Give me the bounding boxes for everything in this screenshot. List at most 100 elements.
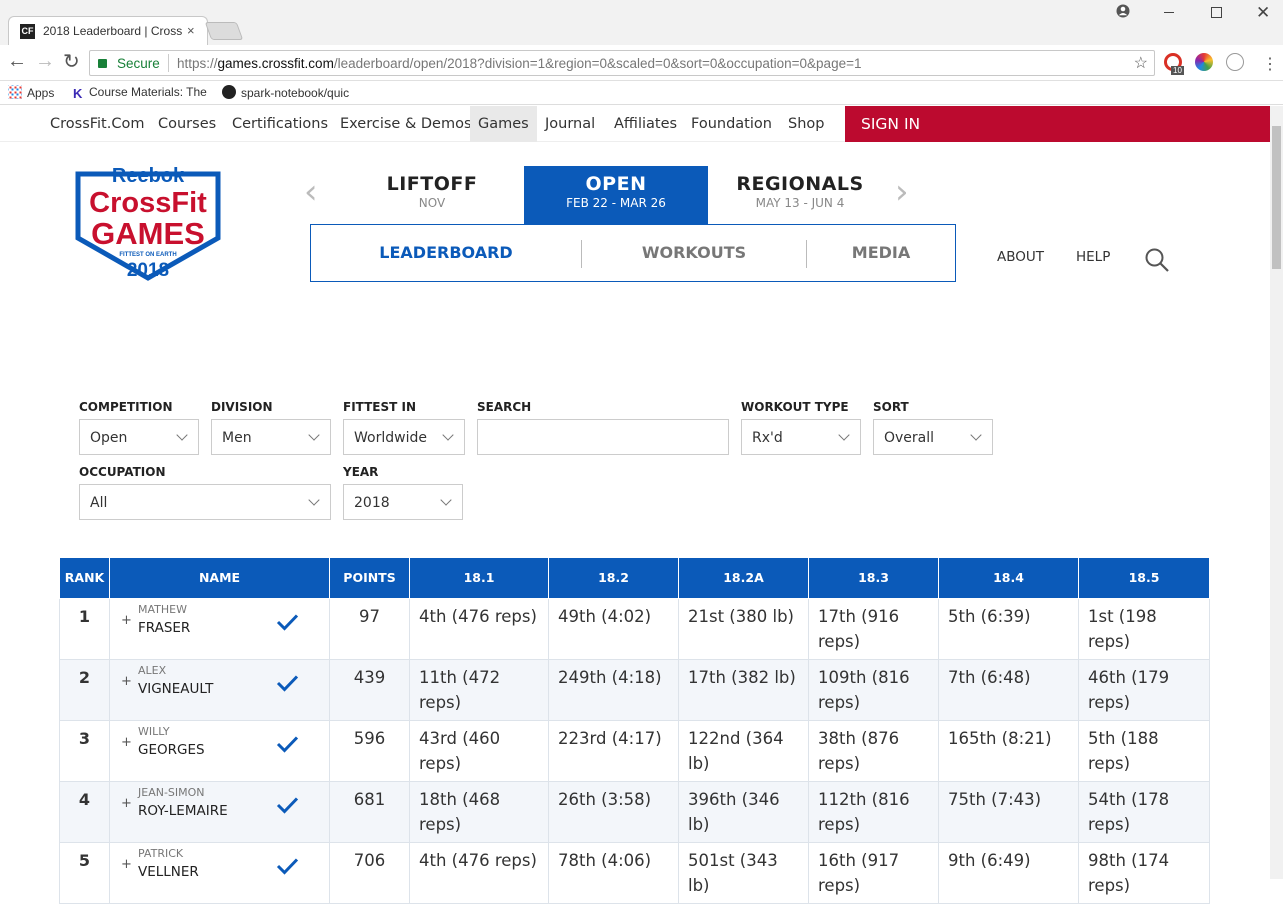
search-icon[interactable] — [1144, 247, 1170, 273]
site-top-nav: CrossFit.Com Courses Certifications Exer… — [0, 106, 1270, 142]
browser-menu-icon[interactable]: ⋮ — [1262, 54, 1278, 74]
score-cell: 21st (380 lb) — [678, 597, 809, 660]
scrollbar-thumb[interactable] — [1272, 126, 1281, 269]
reload-icon[interactable]: ↻ — [63, 49, 80, 74]
nav-foundation[interactable]: Foundation — [683, 106, 780, 142]
browser-tab[interactable]: CF 2018 Leaderboard | CrossFit × — [8, 16, 208, 46]
year-label: YEAR — [343, 465, 379, 479]
crossfit-games-logo[interactable]: Reebok CrossFit GAMES FITTEST ON EARTH 2… — [70, 162, 226, 282]
header-18-1[interactable]: 18.1 — [409, 558, 549, 599]
table-row[interactable]: 4 + JEAN-SIMON ROY-LEMAIRE 681 18th (468 reps… — [59, 780, 1210, 843]
svg-text:FITTEST ON EARTH: FITTEST ON EARTH — [119, 252, 176, 258]
athlete-name-cell[interactable]: + WILLY GEORGES — [109, 719, 330, 782]
color-picker-extension-icon[interactable] — [1195, 53, 1213, 71]
expand-row-icon[interactable]: + — [121, 730, 132, 755]
nav-crossfit-com[interactable]: CrossFit.Com — [42, 106, 152, 142]
search-label: SEARCH — [477, 400, 532, 414]
lock-icon — [98, 59, 107, 68]
header-rank[interactable]: RANK — [59, 558, 110, 599]
header-18-5[interactable]: 18.5 — [1078, 558, 1210, 599]
table-row[interactable]: 1 + MATHEW FRASER 97 4th (476 reps) 49th (4:02… — [59, 597, 1210, 660]
close-window-icon[interactable]: ✕ — [1256, 3, 1270, 23]
nav-games[interactable]: Games — [470, 106, 537, 142]
occupation-label: OCCUPATION — [79, 465, 166, 479]
about-link[interactable]: ABOUT — [997, 249, 1044, 265]
phase-regionals[interactable]: REGIONALS MAY 13 - JUN 4 — [708, 166, 892, 224]
header-18-2[interactable]: 18.2 — [548, 558, 679, 599]
chevron-down-icon — [308, 494, 320, 506]
score-cell: 9th (6:49) — [938, 841, 1079, 904]
occupation-select[interactable]: All — [79, 484, 331, 520]
tab-workouts[interactable]: WORKOUTS — [582, 225, 806, 281]
bookmark-spark-notebook[interactable]: spark-notebook/quic — [222, 85, 360, 100]
back-arrow-icon[interactable]: ← — [7, 50, 27, 73]
phase-liftoff[interactable]: LIFTOFF NOV — [340, 166, 524, 224]
address-bar[interactable]: Secure https://games.crossfit.com/leader… — [89, 50, 1155, 76]
header-18-4[interactable]: 18.4 — [938, 558, 1079, 599]
extension-icon[interactable] — [1226, 53, 1244, 71]
fittest-in-select[interactable]: Worldwide — [343, 419, 465, 455]
header-18-3[interactable]: 18.3 — [808, 558, 939, 599]
score-cell: 38th (876 reps) — [808, 719, 939, 782]
bookmark-apps[interactable]: Apps — [8, 85, 54, 100]
score-cell: 11th (472 reps) — [409, 658, 549, 721]
chevron-down-icon — [970, 429, 982, 441]
athlete-last-name: GEORGES — [138, 741, 205, 758]
expand-row-icon[interactable]: + — [121, 791, 132, 816]
forward-arrow-icon[interactable]: → — [35, 50, 55, 73]
svg-text:Reebok: Reebok — [112, 165, 185, 187]
next-phase-arrow-icon[interactable]: › — [895, 172, 909, 212]
chevron-down-icon — [838, 429, 850, 441]
athlete-name-cell[interactable]: + MATHEW FRASER — [109, 597, 330, 660]
division-select[interactable]: Men — [211, 419, 331, 455]
competition-select[interactable]: Open — [79, 419, 199, 455]
new-tab-button[interactable] — [204, 22, 244, 40]
apps-grid-icon — [8, 85, 22, 99]
page-scrollbar[interactable] — [1270, 106, 1283, 879]
year-select[interactable]: 2018 — [343, 484, 463, 520]
bookmark-star-icon[interactable]: ☆ — [1134, 53, 1148, 73]
sort-label: SORT — [873, 400, 909, 414]
sign-in-button[interactable]: SIGN IN — [845, 106, 1270, 142]
header-18-2a[interactable]: 18.2A — [678, 558, 809, 599]
rank-cell: 2 — [59, 658, 110, 721]
score-cell: 5th (6:39) — [938, 597, 1079, 660]
nav-certifications[interactable]: Certifications — [224, 106, 336, 142]
close-tab-icon[interactable]: × — [187, 23, 195, 38]
profile-icon[interactable] — [1116, 4, 1130, 22]
nav-exercise-demos[interactable]: Exercise & Demos — [332, 106, 480, 142]
search-input[interactable] — [477, 419, 729, 455]
nav-affiliates[interactable]: Affiliates — [606, 106, 685, 142]
expand-row-icon[interactable]: + — [121, 669, 132, 694]
nav-shop[interactable]: Shop — [780, 106, 832, 142]
tab-leaderboard[interactable]: LEADERBOARD — [311, 225, 581, 281]
phase-open[interactable]: OPEN FEB 22 - MAR 26 — [524, 166, 708, 224]
athlete-name-cell[interactable]: + ALEX VIGNEAULT — [109, 658, 330, 721]
header-points[interactable]: POINTS — [329, 558, 410, 599]
nav-journal[interactable]: Journal — [537, 106, 603, 142]
expand-row-icon[interactable]: + — [121, 852, 132, 877]
minimize-window-icon[interactable] — [1164, 12, 1174, 13]
tab-media[interactable]: MEDIA — [807, 225, 955, 281]
sort-select[interactable]: Overall — [873, 419, 993, 455]
verified-check-icon — [276, 857, 299, 875]
workout-type-select[interactable]: Rx'd — [741, 419, 861, 455]
score-cell: 4th (476 reps) — [409, 841, 549, 904]
table-row[interactable]: 2 + ALEX VIGNEAULT 439 11th (472 reps) 249th (… — [59, 658, 1210, 721]
athlete-name-cell[interactable]: + PATRICK VELLNER — [109, 841, 330, 904]
github-icon — [222, 85, 236, 99]
points-cell: 706 — [329, 841, 410, 904]
athlete-last-name: FRASER — [138, 619, 191, 636]
table-row[interactable]: 3 + WILLY GEORGES 596 43rd (460 reps) 223rd (4… — [59, 719, 1210, 782]
header-name[interactable]: NAME — [109, 558, 330, 599]
maximize-window-icon[interactable] — [1211, 7, 1222, 18]
score-cell: 17th (916 reps) — [808, 597, 939, 660]
bookmark-course-materials[interactable]: K Course Materials: The — [73, 85, 213, 100]
previous-phase-arrow-icon[interactable]: ‹ — [304, 172, 318, 212]
nav-courses[interactable]: Courses — [150, 106, 224, 142]
expand-row-icon[interactable]: + — [121, 608, 132, 633]
help-link[interactable]: HELP — [1076, 249, 1110, 265]
athlete-name-cell[interactable]: + JEAN-SIMON ROY-LEMAIRE — [109, 780, 330, 843]
table-row[interactable]: 5 + PATRICK VELLNER 706 4th (476 reps) 78th (4… — [59, 841, 1210, 904]
score-cell: 98th (174 reps) — [1078, 841, 1210, 904]
